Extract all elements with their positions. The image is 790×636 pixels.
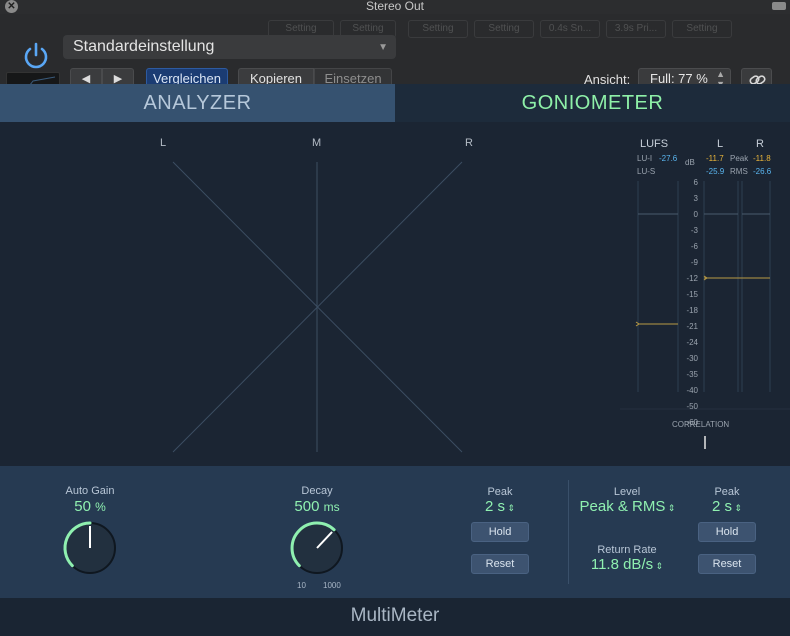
gonio-label-right: R (465, 137, 473, 149)
scale-tick: -35 (686, 370, 698, 379)
scale-tick: -24 (686, 338, 698, 347)
scale-tick: -6 (690, 242, 698, 251)
hold-button-right[interactable]: Hold (698, 522, 756, 542)
scale-tick: -21 (686, 322, 698, 331)
auto-gain-label: Auto Gain (65, 485, 115, 497)
scale-tick: 0 (693, 210, 698, 219)
tab-analyzer[interactable]: ANALYZER (0, 84, 395, 122)
stepper-icon: ⇕ (653, 561, 664, 571)
correlation-label: CORRELATION (672, 420, 730, 429)
gonio-label-left: L (160, 137, 167, 149)
decay-label: Decay (301, 485, 333, 497)
control-panel: Auto Gain 50 % Decay 500 ms 10 1000 Peak… (0, 466, 790, 598)
power-button[interactable] (20, 40, 52, 72)
decay-unit: ms (323, 500, 340, 514)
ghost-slot: Setting (408, 20, 468, 38)
return-rate-value: 11.8 dB/s (590, 556, 654, 573)
zoom-button[interactable] (772, 2, 786, 10)
stepper-icon: ⇕ (665, 503, 676, 513)
decay-value: 500 ms (272, 498, 362, 515)
goniometer-display: L M R LUFS L R LU-I -27.6 dB -11.7 Peak … (0, 122, 790, 466)
peak-hold-value: 2 s (484, 498, 505, 515)
scale-tick: -50 (686, 402, 698, 411)
preset-menu[interactable]: Standardeinstellung ▼ (63, 35, 396, 59)
decay-knob[interactable] (287, 518, 347, 578)
divider (568, 480, 569, 584)
return-rate-select[interactable]: 11.8 dB/s ⇕ (572, 556, 682, 573)
plugin-name: MultiMeter (350, 605, 440, 626)
meter-bars (620, 181, 790, 449)
decay-max-label: 1000 (323, 581, 341, 590)
goniometer-scope (172, 161, 463, 453)
level-label: Level (613, 486, 641, 498)
title-bar: ✕ Stereo Out (0, 0, 790, 14)
stepper-icon: ⇕ (504, 503, 516, 513)
scale-tick: -15 (686, 290, 698, 299)
level-value: Peak & RMS (579, 498, 666, 515)
auto-gain-knob[interactable] (60, 518, 120, 578)
scale-tick: -40 (686, 386, 698, 395)
preset-name: Standardeinstellung (73, 38, 215, 55)
stepper-icon: ⇕ (731, 503, 743, 513)
scale-tick: -9 (690, 258, 698, 267)
return-rate-label: Return Rate (597, 544, 657, 556)
decay-min-label: 10 (297, 581, 306, 590)
auto-gain-value: 50 % (45, 498, 135, 515)
scale-tick: -3 (690, 226, 698, 235)
chevron-down-icon: ▼ (378, 42, 388, 53)
scale-tick: -30 (686, 354, 698, 363)
scale-tick: -18 (686, 306, 698, 315)
scale-tick: -12 (686, 274, 698, 283)
hold-button-left[interactable]: Hold (471, 522, 529, 542)
plugin-footer: MultiMeter (0, 598, 790, 636)
window-title: Stereo Out (365, 0, 425, 13)
peak-hold-label: Peak (487, 486, 513, 498)
gonio-label-mid: M (312, 137, 322, 149)
ghost-slot: Setting (672, 20, 732, 38)
reset-button-left[interactable]: Reset (471, 554, 529, 574)
tab-goniometer[interactable]: GONIOMETER (395, 84, 790, 122)
auto-gain-unit: % (95, 500, 106, 514)
plugin-header: Setting Setting Setting Setting 0.4s Sn.… (0, 14, 790, 98)
ghost-slot: 3.9s Pri... (606, 20, 666, 38)
reset-button-right[interactable]: Reset (698, 554, 756, 574)
peak-hold-select[interactable]: 2 s ⇕ (470, 498, 530, 515)
peak-hold-select-right[interactable]: 2 s ⇕ (697, 498, 757, 515)
peak-hold-label-right: Peak (714, 486, 740, 498)
peak-hold-value-right: 2 s (711, 498, 732, 515)
scale-tick: 3 (693, 194, 698, 203)
power-icon (24, 42, 48, 69)
multimeter-plugin: ANALYZER GONIOMETER L M R LUFS L R LU-I … (0, 84, 790, 636)
level-meter-panel: LUFS L R LU-I -27.6 dB -11.7 Peak -11.8 … (620, 122, 790, 466)
scale-tick: 6 (693, 178, 698, 187)
level-select[interactable]: Peak & RMS ⇕ (570, 498, 685, 515)
auto-gain-number: 50 (74, 498, 91, 515)
ghost-slot: Setting (474, 20, 534, 38)
ghost-slot: 0.4s Sn... (540, 20, 600, 38)
decay-number: 500 (294, 498, 320, 515)
